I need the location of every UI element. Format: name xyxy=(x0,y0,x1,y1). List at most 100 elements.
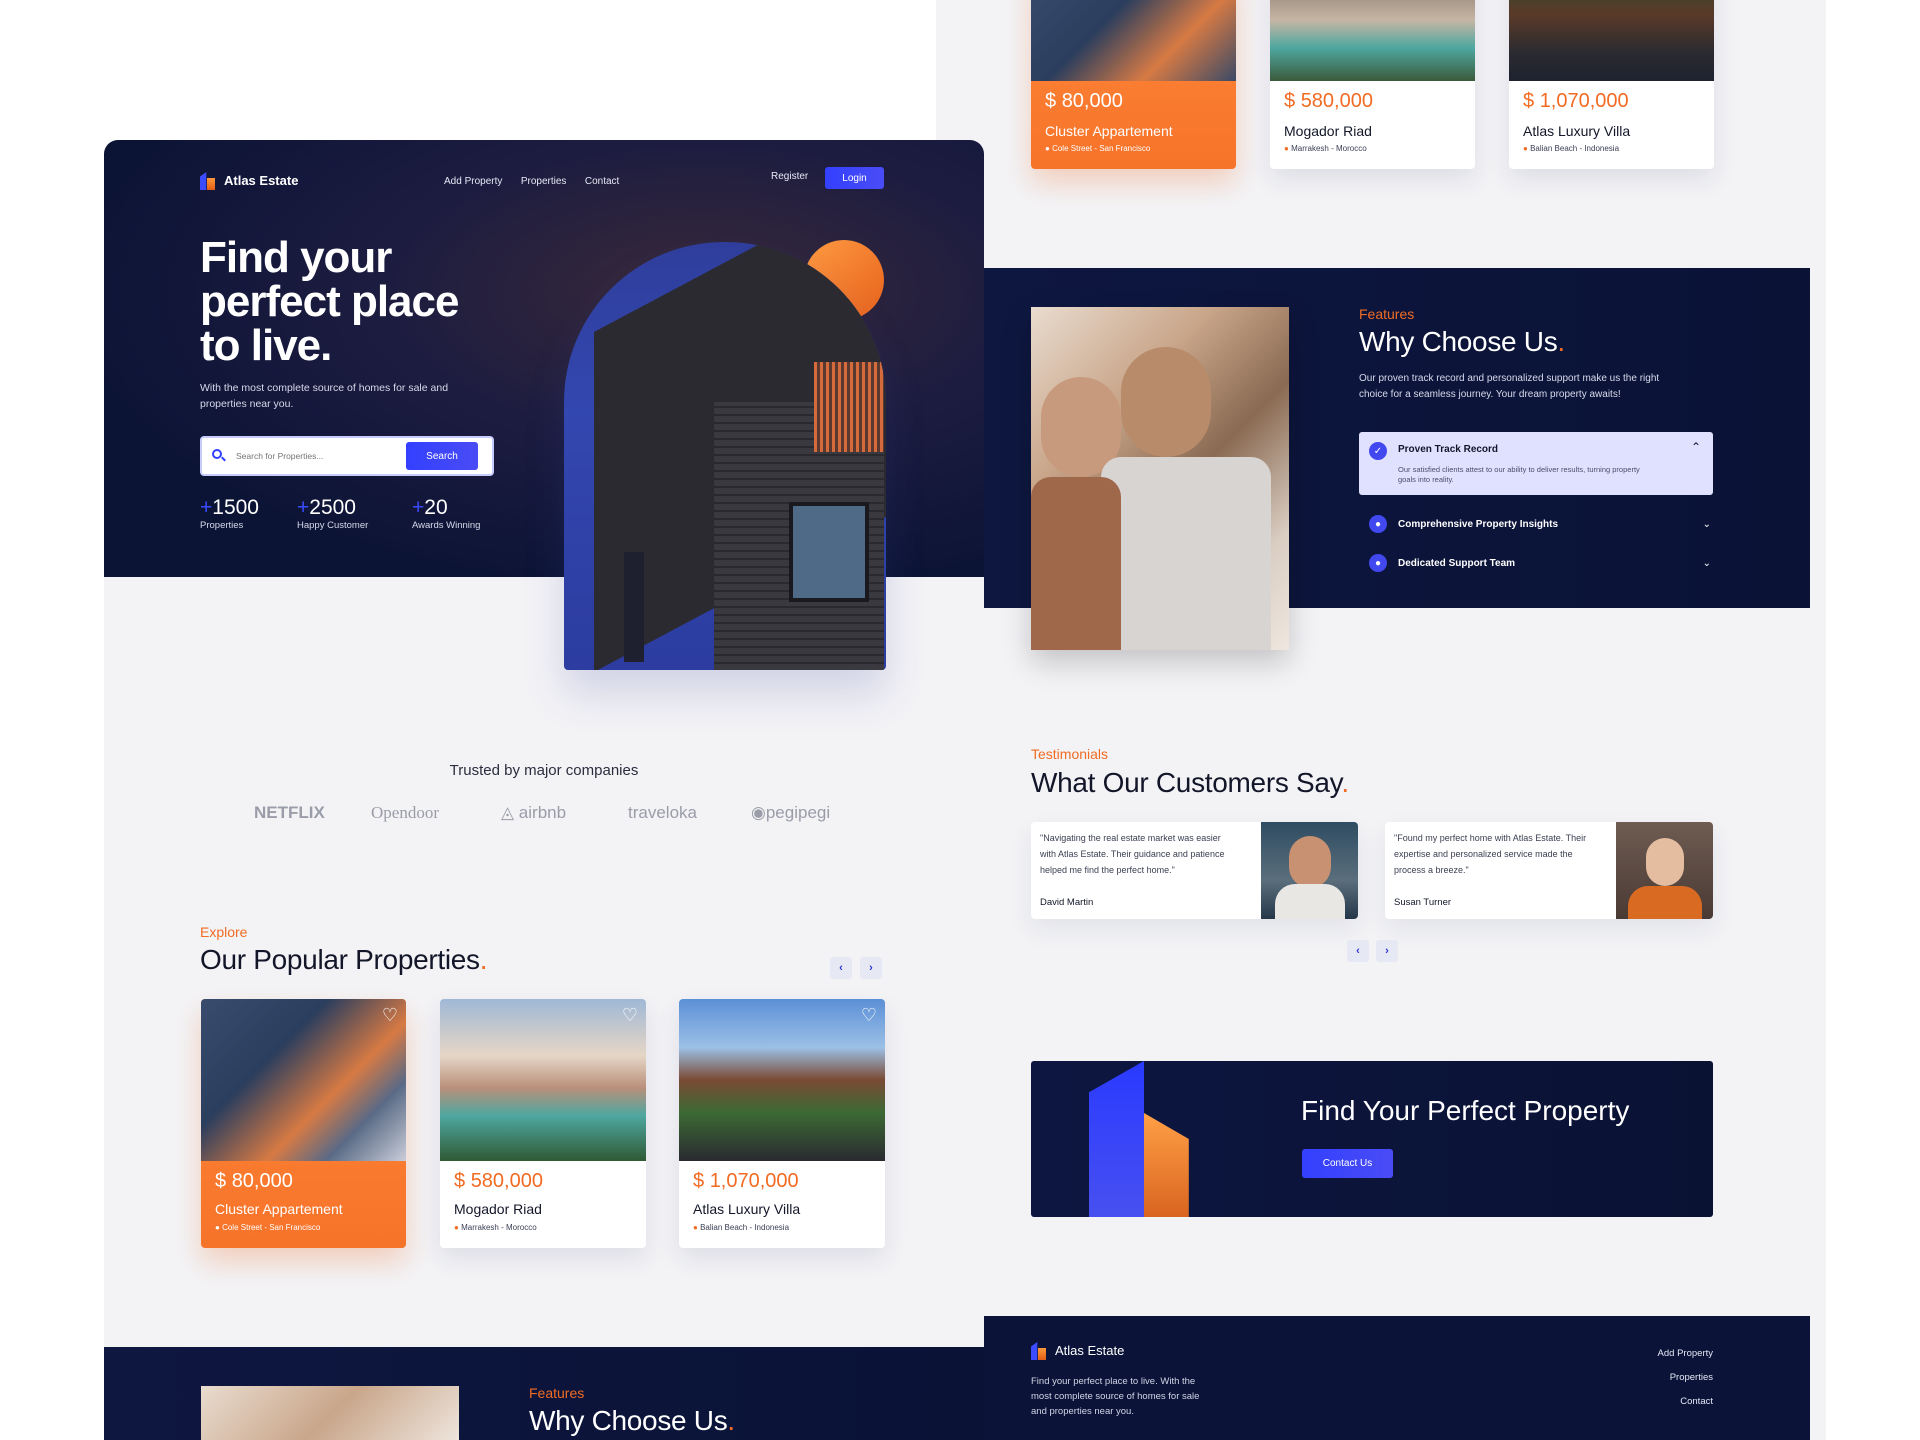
brand-name: Atlas Estate xyxy=(224,172,299,188)
nav-properties[interactable]: Properties xyxy=(521,176,567,187)
property-name: Cluster Appartement xyxy=(215,1201,343,1217)
person-figure xyxy=(1121,347,1211,457)
heart-icon[interactable]: ♡ xyxy=(382,1005,398,1026)
property-location: ● Cole Street - San Francisco xyxy=(215,1223,321,1232)
pin-icon: ● xyxy=(1045,144,1050,153)
testimonials-eyebrow: Testimonials xyxy=(1031,746,1109,762)
features-eyebrow: Features xyxy=(529,1385,585,1401)
stat-value: +2500 xyxy=(297,496,356,519)
register-link[interactable]: Register xyxy=(771,171,808,182)
logo-icon xyxy=(1031,1340,1047,1360)
hero-title: Find your perfect place to live. xyxy=(200,233,459,370)
property-card[interactable]: $ 580,000 Mogador Riad ● Marrakesh - Mor… xyxy=(1270,0,1475,169)
features-eyebrow: Features xyxy=(1359,306,1415,322)
property-location: ● Marrakesh - Morocco xyxy=(1284,144,1367,153)
company-logo-traveloka: traveloka xyxy=(628,803,697,822)
airbnb-icon: ◬ xyxy=(501,803,519,822)
features-title: Why Choose Us. xyxy=(1359,326,1565,357)
properties-prev-button[interactable]: ‹ xyxy=(830,957,852,979)
accordion-item[interactable]: ● Dedicated Support Team ⌄ xyxy=(1369,554,1713,572)
login-button[interactable]: Login xyxy=(825,167,884,189)
pin-icon: ● xyxy=(693,1223,698,1232)
main-nav: Add Property Properties Contact xyxy=(444,171,633,189)
cta-title: Find Your Perfect Property xyxy=(1301,1095,1630,1126)
property-name: Atlas Luxury Villa xyxy=(693,1201,801,1217)
property-price: 580,000 xyxy=(470,1170,543,1192)
property-location: ● Cole Street - San Francisco xyxy=(1045,144,1151,153)
pin-icon: ● xyxy=(1284,144,1289,153)
features-photo xyxy=(1031,307,1289,650)
avatar xyxy=(1261,822,1358,919)
property-card[interactable]: ♡ $ 80,000 Cluster Appartement ● Cole St… xyxy=(201,999,406,1248)
cta-banner: Find Your Perfect Property Contact Us xyxy=(1031,1061,1713,1217)
property-price: 1,070,000 xyxy=(709,1170,799,1192)
property-card[interactable]: ♡ $ 1,070,000 Atlas Luxury Villa ● Balia… xyxy=(679,999,885,1248)
logo-icon xyxy=(200,170,216,190)
property-price: 580,000 xyxy=(1300,90,1373,112)
chevron-down-icon[interactable]: ⌄ xyxy=(1703,558,1711,569)
property-image xyxy=(440,999,646,1161)
property-card[interactable]: $ 80,000 Cluster Appartement ● Cole Stre… xyxy=(1031,0,1236,169)
testimonial-name: David Martin xyxy=(1040,897,1094,908)
testimonial-name: Susan Turner xyxy=(1394,897,1452,908)
stat: +20 Awards Winning xyxy=(412,496,480,531)
person-figure xyxy=(1101,457,1271,650)
features-photo xyxy=(201,1386,459,1440)
accordion-title: Dedicated Support Team xyxy=(1398,557,1516,569)
accordion-body: Our satisfied clients attest to our abil… xyxy=(1398,465,1640,484)
pin-icon: ◉ xyxy=(751,803,766,822)
company-logo-pegipegi: ◉pegipegi xyxy=(751,803,831,822)
properties-next-button[interactable]: › xyxy=(860,957,882,979)
contact-us-button[interactable]: Contact Us xyxy=(1302,1149,1393,1178)
pin-icon: ● xyxy=(215,1223,220,1232)
heart-icon[interactable]: ♡ xyxy=(861,1005,877,1026)
property-price: 80,000 xyxy=(1061,90,1123,112)
property-card[interactable]: ♡ $ 580,000 Mogador Riad ● Marrakesh - M… xyxy=(440,999,646,1248)
company-logo-opendoor: Opendoor xyxy=(371,803,439,822)
trusted-title: Trusted by major companies xyxy=(449,762,639,779)
footer-logo[interactable]: Atlas Estate xyxy=(1031,1340,1124,1360)
chevron-down-icon[interactable]: ⌄ xyxy=(1703,519,1711,530)
lightbulb-icon: ● xyxy=(1369,515,1387,533)
logo-shape xyxy=(1144,1113,1189,1217)
currency-symbol: $ xyxy=(1284,90,1296,112)
property-image xyxy=(679,999,885,1161)
property-location: ● Balian Beach - Indonesia xyxy=(693,1223,790,1232)
hero-building-image xyxy=(564,242,886,670)
property-card[interactable]: $ 1,070,000 Atlas Luxury Villa ● Balian … xyxy=(1509,0,1714,169)
footer-text: Find your perfect place to live. With th… xyxy=(1031,1376,1200,1417)
footer: Atlas Estate Find your perfect place to … xyxy=(984,1316,1810,1440)
search-input[interactable] xyxy=(236,451,406,461)
stat-label: Happy Customer xyxy=(297,520,369,531)
footer-link[interactable]: Add Property xyxy=(1658,1348,1713,1359)
accordion-item-expanded[interactable]: ✓ Proven Track Record ⌃ Our satisfied cl… xyxy=(1359,432,1713,495)
testimonial-card: "Found my perfect home with Atlas Estate… xyxy=(1385,822,1713,919)
nav-contact[interactable]: Contact xyxy=(585,176,619,187)
search-button[interactable]: Search xyxy=(406,442,478,470)
testimonial-card: "Navigating the real estate market was e… xyxy=(1031,822,1358,919)
testimonials-title: What Our Customers Say. xyxy=(1031,767,1349,798)
brand-logo[interactable]: Atlas Estate xyxy=(200,170,298,190)
accordion-item[interactable]: ● Comprehensive Property Insights ⌄ xyxy=(1369,515,1713,533)
footer-link[interactable]: Properties xyxy=(1670,1372,1713,1383)
features-description: Our proven track record and personalized… xyxy=(1359,373,1660,400)
footer-brand-name: Atlas Estate xyxy=(1055,1342,1125,1358)
testimonials-next-button[interactable]: › xyxy=(1376,940,1398,962)
logo-shape xyxy=(1089,1061,1144,1217)
property-location: ● Marrakesh - Morocco xyxy=(454,1223,537,1232)
footer-link[interactable]: Contact xyxy=(1680,1396,1713,1407)
stat: +2500 Happy Customer xyxy=(297,496,368,531)
property-name: Mogador Riad xyxy=(1284,123,1372,139)
features-title: Why Choose Us. xyxy=(529,1405,735,1436)
nav-add-property[interactable]: Add Property xyxy=(444,176,502,187)
property-image xyxy=(1270,0,1475,81)
chevron-up-icon[interactable]: ⌃ xyxy=(1691,440,1701,454)
stat: +1500 Properties xyxy=(200,496,259,531)
check-icon: ✓ xyxy=(1369,442,1387,460)
features-section-preview: Features Why Choose Us. xyxy=(104,1347,984,1440)
heart-icon[interactable]: ♡ xyxy=(622,1005,638,1026)
property-location: ● Balian Beach - Indonesia xyxy=(1523,144,1620,153)
pin-icon: ● xyxy=(1523,144,1528,153)
accordion-title: Proven Track Record xyxy=(1398,444,1499,455)
testimonials-prev-button[interactable]: ‹ xyxy=(1347,940,1369,962)
